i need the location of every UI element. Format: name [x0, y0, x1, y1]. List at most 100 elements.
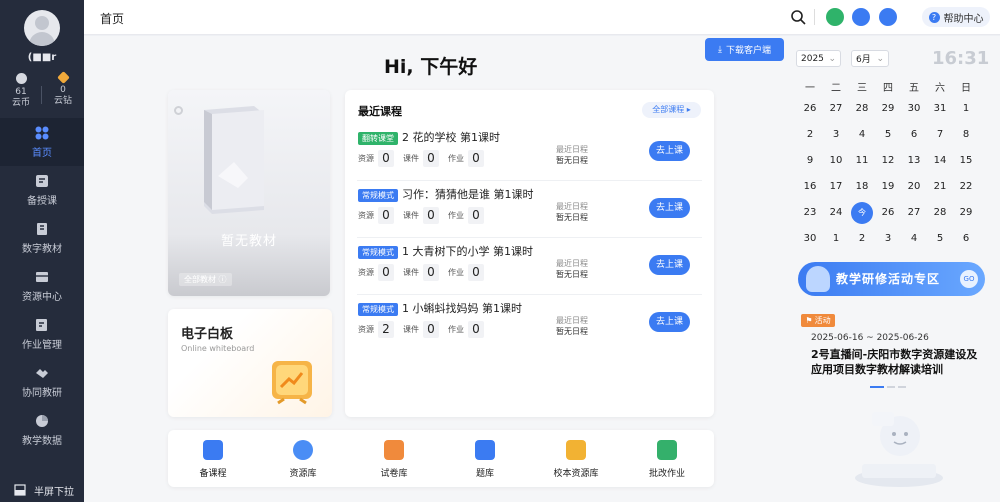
calendar-day[interactable]: 2 [799, 124, 821, 146]
calendar-grid: 一 二 三 四 五 六 日 26 27 28 29 30 31 1 2 3 4 5 6 7 8 9 10 11 1… [797, 79, 987, 250]
dock-item-school-resource[interactable]: 校本资源库 [541, 440, 611, 479]
half-screen-label: 半屏下拉 [34, 486, 74, 498]
calendar-day[interactable]: 12 [877, 150, 899, 172]
calendar-day[interactable]: 11 [851, 150, 873, 172]
calendar-day[interactable]: 1 [955, 98, 977, 120]
calendar-day[interactable]: 21 [929, 176, 951, 198]
calendar-day[interactable]: 9 [799, 150, 821, 172]
calendar-day[interactable]: 28 [851, 98, 873, 120]
all-textbooks-button[interactable]: 全部教材 ⓘ [179, 273, 232, 286]
carousel-dot[interactable] [898, 386, 906, 388]
calendar-day[interactable]: 29 [877, 98, 899, 120]
circle-icon [174, 106, 183, 115]
diamonds-value: 0 [60, 85, 66, 95]
calendar-day[interactable]: 31 [929, 98, 951, 120]
nav-label: 数字教材 [22, 244, 62, 255]
calendar-cell: 12 [875, 150, 901, 172]
calendar-day[interactable]: 5 [877, 124, 899, 146]
calendar-day[interactable]: 23 [799, 202, 821, 224]
calendar-day[interactable]: 18 [851, 176, 873, 198]
calendar-day[interactable]: 4 [903, 228, 925, 250]
year-select[interactable]: 2025 ⌄ [796, 50, 841, 67]
dock-item-exam[interactable]: 试卷库 [359, 440, 429, 479]
calendar-day[interactable]: 16 [799, 176, 821, 198]
calendar-day[interactable]: 3 [825, 124, 847, 146]
calendar-day[interactable]: 8 [955, 124, 977, 146]
dock-item-grading[interactable]: 批改作业 [632, 440, 702, 479]
calendar-day[interactable]: 13 [903, 150, 925, 172]
start-class-button[interactable]: 去上课 [649, 198, 690, 218]
calendar-day[interactable]: 1 [825, 228, 847, 250]
course-row[interactable]: 常规模式 习作：猜猜他是谁 第1课时 资源 0 课件 0 作业 0 最近日程 暂… [357, 183, 702, 238]
help-center-button[interactable]: ? 帮助中心 [922, 7, 990, 27]
calendar-day[interactable]: 27 [903, 202, 925, 224]
dock-item-lesson[interactable]: 备课程 [178, 440, 248, 479]
nav-home[interactable]: 首页 [0, 118, 84, 166]
homework-label: 作业 [448, 211, 464, 220]
homework-icon [36, 319, 47, 331]
calendar-day[interactable]: 24 [825, 202, 847, 224]
all-courses-button[interactable]: 全部课程 ▸ [642, 102, 701, 118]
dock-item-resource[interactable]: 资源库 [268, 440, 338, 479]
calendar-day[interactable]: 26 [799, 98, 821, 120]
calendar-day[interactable]: 14 [929, 150, 951, 172]
diamonds-stat: 0 云钻 [42, 71, 84, 107]
calendar-day[interactable]: 28 [929, 202, 951, 224]
resource-count: 0 [378, 150, 394, 167]
nav-resources[interactable]: 资源中心 [0, 262, 84, 310]
carousel-dot-active[interactable] [870, 386, 884, 388]
dock-label: 批改作业 [648, 469, 685, 479]
whiteboard-card[interactable]: 电子白板 Online whiteboard [168, 309, 332, 417]
nav-prepare[interactable]: 备授课 [0, 166, 84, 214]
textbook-card[interactable]: 暂无教材 全部教材 ⓘ [168, 90, 330, 296]
nav-homework[interactable]: 作业管理 [0, 310, 84, 358]
weekday: 四 [883, 83, 893, 94]
calendar-day[interactable]: 5 [929, 228, 951, 250]
calendar-day-today[interactable]: 今 [851, 202, 873, 224]
start-class-button[interactable]: 去上课 [649, 141, 690, 161]
calendar-day[interactable]: 3 [877, 228, 899, 250]
breadcrumb: 首页 [100, 12, 125, 26]
calendar-day[interactable]: 17 [825, 176, 847, 198]
dock-item-question-bank[interactable]: 题库 [450, 440, 520, 479]
calendar-day[interactable]: 19 [877, 176, 899, 198]
calendar-day[interactable]: 26 [877, 202, 899, 224]
nav-data[interactable]: 教学数据 [0, 406, 84, 454]
calendar-day[interactable]: 4 [851, 124, 873, 146]
calendar-day[interactable]: 10 [825, 150, 847, 172]
exam-icon [384, 440, 404, 460]
calendar-day[interactable]: 20 [903, 176, 925, 198]
calendar-day[interactable]: 29 [955, 202, 977, 224]
search-icon[interactable] [790, 9, 806, 25]
half-screen-icon [14, 484, 26, 496]
teaching-activity-banner[interactable]: 教学研修活动专区 GO [798, 262, 985, 296]
calendar-day[interactable]: 30 [799, 228, 821, 250]
activity-card[interactable]: ⚑ 活动 2025-06-16 ~ 2025-06-26 2号直播间-庆阳市数字资… [799, 309, 985, 387]
month-select[interactable]: 6月 ⌄ [851, 50, 889, 67]
half-screen-toggle[interactable]: 半屏下拉 [0, 478, 84, 502]
nav-textbook[interactable]: 数字教材 [0, 214, 84, 262]
start-class-button[interactable]: 去上课 [649, 312, 690, 332]
calendar-day[interactable]: 30 [903, 98, 925, 120]
avatar[interactable] [24, 10, 60, 46]
calendar-day[interactable]: 2 [851, 228, 873, 250]
calendar-day[interactable]: 7 [929, 124, 951, 146]
start-class-button[interactable]: 去上课 [649, 255, 690, 275]
calendar-cell: 1 [823, 228, 849, 250]
calendar-week: 26 27 28 29 30 31 1 [797, 98, 987, 120]
headset-icon[interactable] [879, 8, 897, 26]
courseware-label: 课件 [403, 154, 419, 163]
mail-icon[interactable] [852, 8, 870, 26]
course-row[interactable]: 常规模式 1 小蝌蚪找妈妈 第1课时 资源 2 课件 0 作业 0 最近日程 暂… [357, 297, 702, 352]
calendar-day[interactable]: 15 [955, 150, 977, 172]
course-row[interactable]: 常规模式 1 大青树下的小学 第1课时 资源 0 课件 0 作业 0 最近日程 … [357, 240, 702, 295]
calendar-day[interactable]: 6 [903, 124, 925, 146]
calendar-day[interactable]: 6 [955, 228, 977, 250]
nav-collab[interactable]: 协同教研 [0, 358, 84, 406]
download-client-button[interactable]: ⤓ 下载客户端 [705, 38, 784, 61]
carousel-dot[interactable] [887, 386, 895, 388]
wechat-icon[interactable] [826, 8, 844, 26]
calendar-day[interactable]: 22 [955, 176, 977, 198]
calendar-day[interactable]: 27 [825, 98, 847, 120]
course-row[interactable]: 翻转课堂 2 花的学校 第1课时 资源 0 课件 0 作业 0 最近日程 暂无日… [357, 126, 702, 181]
